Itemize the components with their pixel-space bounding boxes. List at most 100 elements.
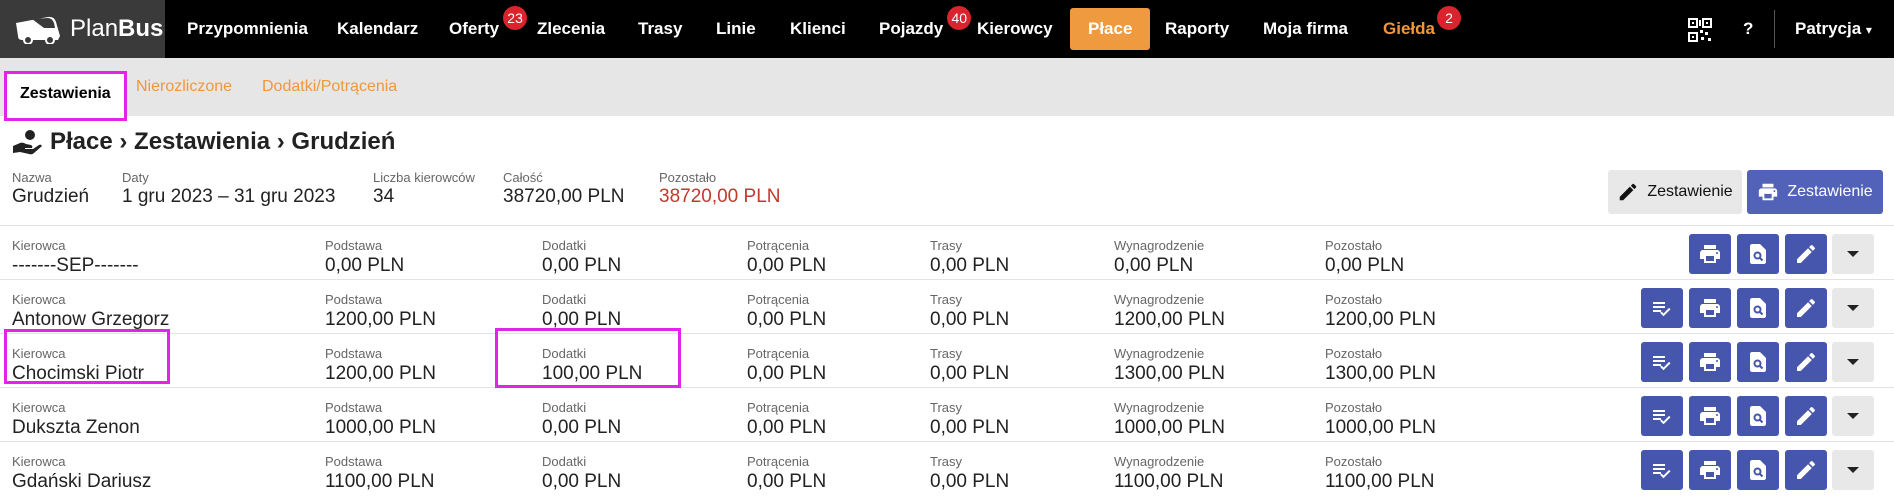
print-button[interactable]	[1689, 342, 1731, 382]
extras-label: Dodatki	[542, 454, 587, 469]
summary-drivers-value: 34	[373, 186, 395, 207]
deductions-label: Potrącenia	[747, 454, 810, 469]
deductions-label: Potrącenia	[747, 238, 810, 253]
settle-button[interactable]	[1641, 288, 1683, 328]
oferty-count-badge: 23	[503, 6, 528, 30]
driver-value: Chocimski Piotr	[12, 363, 144, 384]
nav-kierowcy[interactable]: Kierowcy	[977, 0, 1053, 58]
pencil-icon	[1797, 460, 1816, 479]
base-value: 1200,00 PLN	[325, 309, 436, 330]
pencil-icon	[1797, 406, 1816, 425]
tab-nierozliczone[interactable]: Nierozliczone	[136, 58, 232, 116]
summary-name-value: Grudzień	[12, 186, 90, 207]
nav-moja-firma[interactable]: Moja firma	[1263, 0, 1348, 58]
remaining-label: Pozostało	[1325, 292, 1383, 307]
edit-button[interactable]	[1785, 450, 1827, 490]
more-dropdown-button[interactable]	[1832, 396, 1874, 436]
tab-dodatki-potracenia[interactable]: Dodatki/Potrącenia	[262, 58, 397, 116]
printer-icon	[1700, 245, 1720, 263]
summary-name-label: Nazwa	[12, 170, 52, 185]
gielda-count-badge: 2	[1436, 6, 1461, 30]
preview-button[interactable]	[1737, 234, 1779, 274]
more-dropdown-button[interactable]	[1832, 342, 1874, 382]
table-row: Kierowca Gdański Dariusz Podstawa 1100,00 P…	[0, 441, 1894, 496]
preview-button[interactable]	[1737, 450, 1779, 490]
help-button[interactable]: ?	[1743, 0, 1753, 58]
brand-name: PlanBus	[70, 14, 163, 44]
driver-value: Gdański Dariusz	[12, 471, 152, 492]
nav-zlecenia[interactable]: Zlecenia	[537, 0, 605, 58]
printer-icon	[1700, 407, 1720, 425]
caret-down-icon	[1847, 359, 1859, 365]
routes-value: 0,00 PLN	[930, 255, 1010, 276]
print-button[interactable]	[1689, 288, 1731, 328]
driver-value: Antonow Grzegorz	[12, 309, 170, 330]
print-statement-button[interactable]: Zestawienie	[1747, 170, 1883, 214]
caret-down-icon	[1847, 251, 1859, 257]
routes-label: Trasy	[930, 400, 963, 415]
printer-icon	[1700, 353, 1720, 371]
caret-down-icon	[1847, 305, 1859, 311]
edit-button[interactable]	[1785, 234, 1827, 274]
checklist-icon	[1653, 464, 1671, 479]
routes-value: 0,00 PLN	[930, 417, 1010, 438]
driver-label: Kierowca	[12, 400, 66, 415]
edit-statement-button[interactable]: Zestawienie	[1608, 170, 1742, 214]
preview-button[interactable]	[1737, 342, 1779, 382]
summary-drivers-label: Liczba kierowców	[373, 170, 475, 185]
base-label: Podstawa	[325, 346, 383, 361]
table-row: Kierowca Antonow Grzegorz Podstawa 1200,00 …	[0, 279, 1894, 334]
remaining-value: 1100,00 PLN	[1325, 471, 1435, 492]
table-row: Kierowca Dukszta Zenon Podstawa 1000,00 PLN…	[0, 387, 1894, 442]
base-value: 1000,00 PLN	[325, 417, 436, 438]
preview-button[interactable]	[1737, 396, 1779, 436]
document-search-icon	[1750, 244, 1766, 264]
base-label: Podstawa	[325, 454, 383, 469]
more-dropdown-button[interactable]	[1832, 288, 1874, 328]
pojazdy-count-badge: 40	[947, 6, 972, 30]
brand-logo-link[interactable]: PlanBus	[0, 0, 165, 58]
sub-tabbar: Zestawienia Nierozliczone Dodatki/Potrąc…	[0, 58, 1894, 116]
driver-value: -------SEP-------	[12, 255, 139, 276]
settle-button[interactable]	[1641, 450, 1683, 490]
summary-total-value: 38720,00 PLN	[503, 186, 625, 207]
routes-label: Trasy	[930, 346, 963, 361]
settle-button[interactable]	[1641, 342, 1683, 382]
user-name: Patrycja	[1795, 19, 1862, 38]
preview-button[interactable]	[1737, 288, 1779, 328]
page-title-text: Płace › Zestawienia › Grudzień	[50, 128, 396, 155]
summary-total-label: Całość	[503, 170, 543, 185]
nav-przypomnienia[interactable]: Przypomnienia	[187, 0, 308, 58]
edit-button[interactable]	[1785, 396, 1827, 436]
nav-trasy[interactable]: Trasy	[638, 0, 682, 58]
settle-button[interactable]	[1641, 396, 1683, 436]
nav-raporty[interactable]: Raporty	[1165, 0, 1229, 58]
nav-klienci[interactable]: Klienci	[790, 0, 846, 58]
nav-oferty[interactable]: Oferty 23	[449, 0, 528, 58]
routes-label: Trasy	[930, 292, 963, 307]
print-button[interactable]	[1689, 450, 1731, 490]
nav-place[interactable]: Płace	[1070, 8, 1151, 50]
nav-linie[interactable]: Linie	[716, 0, 756, 58]
user-menu[interactable]: Patrycja ▾	[1795, 0, 1872, 58]
summary-remaining-value: 38720,00 PLN	[659, 186, 781, 207]
more-dropdown-button[interactable]	[1832, 450, 1874, 490]
edit-button[interactable]	[1785, 342, 1827, 382]
nav-pojazdy[interactable]: Pojazdy 40	[879, 0, 972, 58]
pencil-icon	[1797, 244, 1816, 263]
extras-label: Dodatki	[542, 400, 587, 415]
base-value: 1100,00 PLN	[325, 471, 435, 492]
print-button[interactable]	[1689, 396, 1731, 436]
nav-gielda[interactable]: Giełda 2	[1383, 0, 1461, 58]
document-search-icon	[1750, 406, 1766, 426]
salary-label: Wynagrodzenie	[1114, 238, 1205, 253]
remaining-label: Pozostało	[1325, 400, 1383, 415]
print-button[interactable]	[1689, 234, 1731, 274]
more-dropdown-button[interactable]	[1832, 234, 1874, 274]
nav-kalendarz[interactable]: Kalendarz	[337, 0, 418, 58]
document-search-icon	[1750, 460, 1766, 480]
driver-label: Kierowca	[12, 292, 66, 307]
qr-code-icon[interactable]	[1688, 18, 1712, 42]
edit-button[interactable]	[1785, 288, 1827, 328]
tab-zestawienia[interactable]: Zestawienia	[4, 72, 125, 116]
